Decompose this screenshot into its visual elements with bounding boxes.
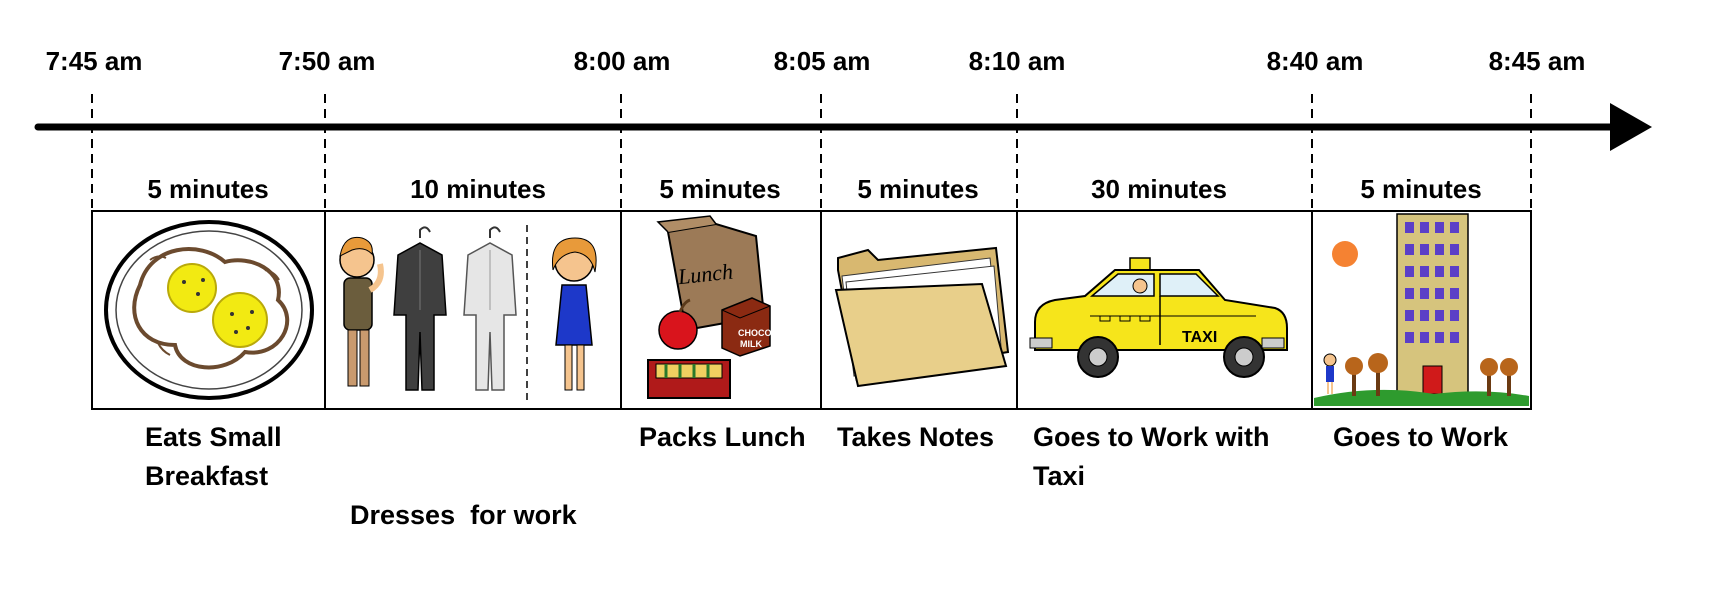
taxi-sign: TAXI	[1182, 329, 1217, 346]
duration-label: 5 minutes	[1360, 174, 1482, 204]
activity-label-lunch: Packs Lunch	[639, 418, 806, 457]
activity-label-line: Packs Lunch	[639, 422, 806, 452]
duration-label: 5 minutes	[659, 174, 781, 204]
duration-label: 5 minutes	[857, 174, 979, 204]
activity-label-line: Goes to Work	[1333, 422, 1509, 452]
activity-label-line: Eats Small	[145, 422, 282, 452]
activity-label-line: Taxi	[1033, 461, 1086, 491]
time-label: 7:50 am	[278, 46, 376, 76]
activity-label-work: Goes to Work	[1333, 418, 1508, 457]
duration-label: 10 minutes	[410, 174, 546, 204]
taxi-icon: TAXI	[1029, 257, 1288, 378]
time-label: 8:00 am	[573, 46, 671, 76]
milk-label-1: CHOCO	[738, 328, 772, 338]
fried-eggs-plate-icon	[104, 220, 314, 400]
time-label: 8:10 am	[968, 46, 1066, 76]
activity-label-line: Takes Notes	[837, 422, 995, 452]
time-label: 8:45 am	[1488, 46, 1586, 76]
lunch-bag-icon: Lunch CHOCO MILK	[647, 215, 772, 399]
office-building-icon	[1314, 213, 1529, 406]
timeline-arrowhead	[1610, 103, 1652, 151]
activity-label-line: Dresses for work	[350, 500, 577, 530]
duration-label: 30 minutes	[1091, 174, 1227, 204]
activity-label-taxi: Goes to Work with Taxi	[1033, 418, 1270, 496]
time-label: 8:40 am	[1266, 46, 1364, 76]
time-label: 8:05 am	[773, 46, 871, 76]
activity-label-breakfast: Eats Small Breakfast	[145, 418, 282, 496]
activity-label-line: Breakfast	[145, 461, 269, 491]
activity-label-dress: Dresses for work	[350, 418, 577, 613]
milk-label-2: MILK	[740, 339, 762, 349]
time-label: 7:45 am	[45, 46, 143, 76]
dressing-clothes-icon	[339, 225, 597, 400]
activity-label-line: Goes to Work with	[1033, 422, 1270, 452]
activity-label-notes: Takes Notes	[837, 418, 994, 457]
folder-icon	[834, 246, 1010, 388]
duration-label: 5 minutes	[147, 174, 269, 204]
timeline-diagram: Lunch CHOCO MILK TAXI 7:45 am 7:50 am 8:…	[0, 0, 1731, 568]
